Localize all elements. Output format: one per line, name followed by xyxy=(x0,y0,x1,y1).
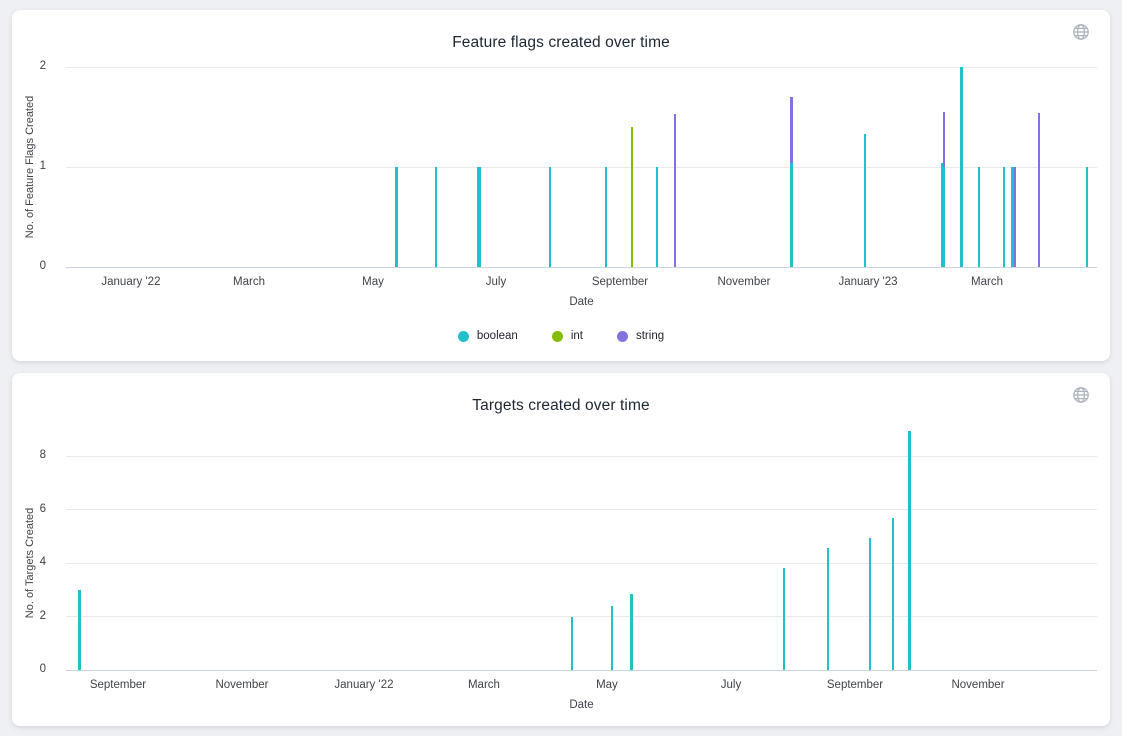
targets-chart-card: Targets created over time No. of Targets… xyxy=(12,373,1110,726)
legend-label: string xyxy=(636,330,664,342)
x-tick-label: November xyxy=(717,276,770,288)
x-axis-title: Date xyxy=(569,296,593,308)
x-tick-label: September xyxy=(90,679,146,691)
x-tick-label: January '22 xyxy=(101,276,160,288)
bar-boolean xyxy=(435,167,437,267)
bar-targets xyxy=(630,594,633,670)
x-axis-line xyxy=(66,670,1097,671)
legend-dot-int xyxy=(552,331,563,342)
x-tick-label: July xyxy=(721,679,741,691)
bar-boolean xyxy=(790,163,793,267)
x-tick-label: March xyxy=(233,276,265,288)
bar-targets xyxy=(78,590,81,670)
legend-label: boolean xyxy=(477,330,518,342)
y-tick-label: 0 xyxy=(20,663,46,675)
gridline xyxy=(66,616,1097,617)
x-tick-label: September xyxy=(827,679,883,691)
y-tick-label: 2 xyxy=(20,60,46,72)
bar-targets xyxy=(908,431,911,670)
bar-targets xyxy=(571,617,573,671)
bar-boolean xyxy=(477,167,481,267)
legend-dot-boolean xyxy=(458,331,469,342)
y-tick-label: 4 xyxy=(20,556,46,568)
targets-chart-title: Targets created over time xyxy=(12,397,1110,415)
x-axis-title: Date xyxy=(569,699,593,711)
chart-legend: boolean int string xyxy=(12,330,1110,342)
x-tick-label: November xyxy=(215,679,268,691)
bar-targets xyxy=(892,518,894,670)
bar-string xyxy=(943,112,945,167)
bar-targets xyxy=(827,548,829,670)
bar-int xyxy=(631,127,633,267)
bar-boolean xyxy=(549,167,551,267)
x-tick-label: March xyxy=(468,679,500,691)
legend-item-string[interactable]: string xyxy=(617,330,664,342)
bar-boolean xyxy=(864,134,866,267)
bar-boolean xyxy=(978,167,980,267)
globe-icon xyxy=(1072,23,1090,41)
x-tick-label: September xyxy=(592,276,648,288)
bar-targets xyxy=(869,538,871,670)
bar-targets xyxy=(611,606,613,670)
gridline xyxy=(66,67,1097,68)
targets-plot-area: No. of Targets Created Date 02468Septemb… xyxy=(66,456,1097,670)
gridline xyxy=(66,509,1097,510)
legend-label: int xyxy=(571,330,583,342)
y-tick-label: 6 xyxy=(20,503,46,515)
bar-boolean xyxy=(960,67,963,267)
bar-boolean xyxy=(1086,167,1088,267)
gridline xyxy=(66,563,1097,564)
bar-boolean xyxy=(941,163,945,267)
x-tick-label: May xyxy=(596,679,618,691)
feature-flags-plot-area: No. of Feature Flags Created Date 012Jan… xyxy=(66,67,1097,267)
legend-dot-string xyxy=(617,331,628,342)
bar-boolean xyxy=(395,167,398,267)
y-tick-label: 1 xyxy=(20,160,46,172)
x-tick-label: March xyxy=(971,276,1003,288)
bar-boolean xyxy=(1003,167,1005,267)
bar-string xyxy=(1038,113,1040,267)
x-tick-label: July xyxy=(486,276,506,288)
bar-boolean xyxy=(656,167,658,267)
legend-item-boolean[interactable]: boolean xyxy=(458,330,518,342)
x-tick-label: November xyxy=(951,679,1004,691)
bar-string xyxy=(674,114,676,267)
bar-string xyxy=(1014,167,1016,267)
feature-flags-chart-title: Feature flags created over time xyxy=(12,34,1110,52)
gridline xyxy=(66,456,1097,457)
x-tick-label: May xyxy=(362,276,384,288)
bar-targets xyxy=(783,568,785,670)
feature-flags-chart-card: Feature flags created over time No. of F… xyxy=(12,10,1110,361)
y-tick-label: 8 xyxy=(20,449,46,461)
x-tick-label: January '22 xyxy=(334,679,393,691)
legend-item-int[interactable]: int xyxy=(552,330,583,342)
globe-icon xyxy=(1072,386,1090,404)
bar-boolean xyxy=(605,167,607,267)
x-tick-label: January '23 xyxy=(838,276,897,288)
y-tick-label: 2 xyxy=(20,610,46,622)
bar-string xyxy=(790,97,793,163)
y-tick-label: 0 xyxy=(20,260,46,272)
